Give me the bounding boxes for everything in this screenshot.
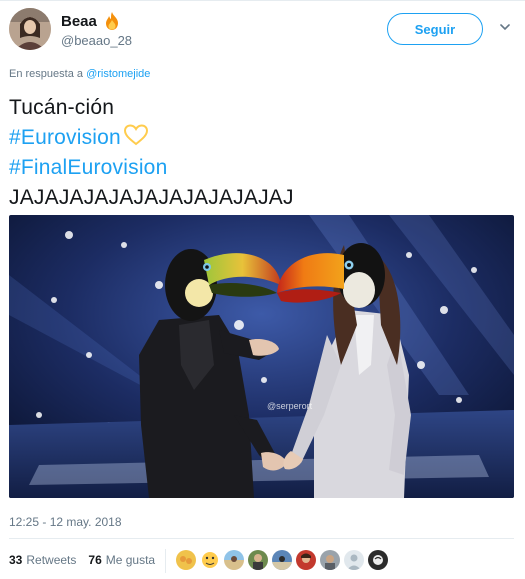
follow-button[interactable]: Seguir — [387, 13, 483, 45]
likes-count: 76 — [88, 553, 102, 567]
likes-label: Me gusta — [105, 553, 156, 567]
chevron-down-icon[interactable] — [499, 21, 511, 33]
photo-image: @serperort — [9, 215, 514, 498]
liker-avatar[interactable] — [224, 550, 244, 570]
tweet-line: JAJAJAJAJAJAJAJAJAJAJAJ — [9, 186, 294, 209]
retweets-stat[interactable]: 33 Retweets — [9, 553, 76, 567]
hashtag-eurovision-link[interactable]: #Eurovision — [9, 126, 121, 149]
liker-avatar[interactable] — [368, 550, 388, 570]
reply-context: En respuesta a @ristomejide — [9, 68, 150, 80]
stats-separator — [165, 549, 166, 573]
liker-avatar[interactable] — [296, 550, 316, 570]
liker-avatar[interactable] — [344, 550, 364, 570]
engagement-stats: 33 Retweets 76 Me gusta — [9, 553, 167, 567]
tweet-line: Tucán-ción — [9, 96, 115, 119]
retweets-label: Retweets — [26, 553, 77, 567]
tweet-photo[interactable]: @serperort — [9, 215, 514, 498]
tweet-line-hashtag-1: #Eurovision — [9, 123, 294, 153]
user-handle[interactable]: @beaao_28 — [61, 33, 132, 48]
liker-avatar[interactable] — [200, 550, 220, 570]
display-name[interactable]: Beaa — [61, 13, 97, 30]
tweet-text: Tucán-ción #Eurovision #FinalEurovision … — [9, 93, 294, 213]
fire-icon — [105, 12, 118, 30]
avatar-image — [9, 8, 51, 50]
likes-stat[interactable]: 76 Me gusta — [88, 553, 155, 567]
user-avatar[interactable] — [9, 8, 51, 50]
reply-mention-link[interactable]: @ristomejide — [86, 68, 150, 80]
reply-prefix: En respuesta a — [9, 68, 83, 80]
tweet-line-hashtag-2: #FinalEurovision — [9, 153, 294, 183]
liker-avatar[interactable] — [248, 550, 268, 570]
liker-avatar[interactable] — [176, 550, 196, 570]
liker-avatar[interactable] — [272, 550, 292, 570]
tweet-timestamp[interactable]: 12:25 - 12 may. 2018 — [9, 515, 122, 529]
photo-watermark: @serperort — [267, 401, 313, 411]
yellow-heart-icon — [123, 124, 148, 146]
stats-divider — [9, 538, 514, 539]
top-divider — [0, 0, 525, 1]
liker-avatar[interactable] — [320, 550, 340, 570]
retweets-count: 33 — [9, 553, 23, 567]
hashtag-final-eurovision-link[interactable]: #FinalEurovision — [9, 156, 167, 179]
likers-avatars — [176, 550, 388, 570]
